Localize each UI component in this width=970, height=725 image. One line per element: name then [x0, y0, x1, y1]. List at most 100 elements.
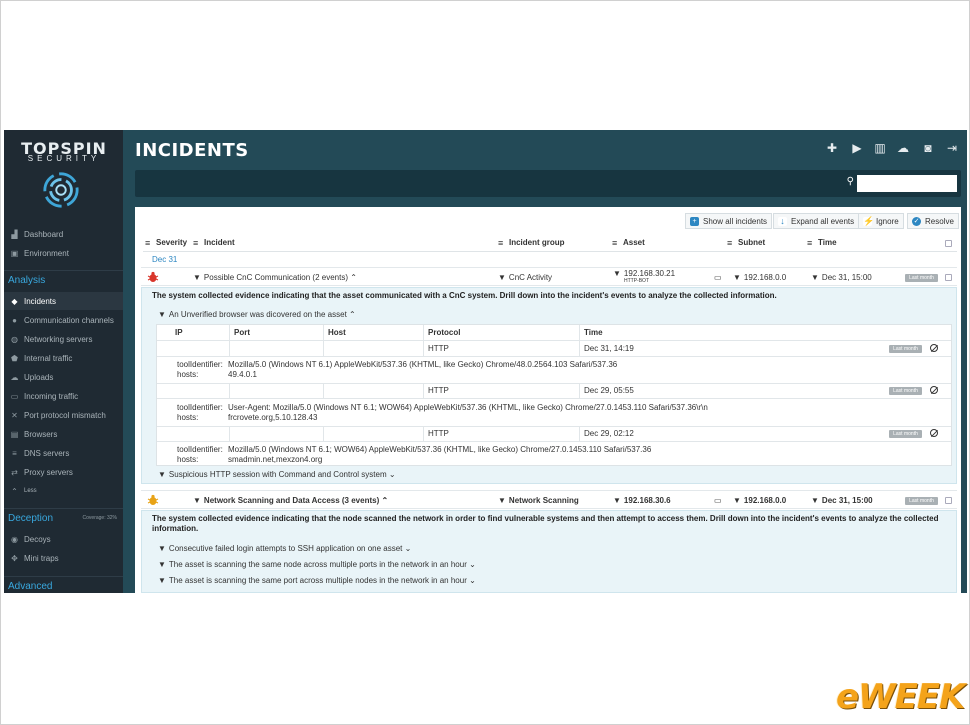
filter-icon[interactable]: ▼ — [158, 576, 166, 585]
sidebar-item-label: Incoming traffic — [24, 391, 79, 401]
show-all-incidents-button[interactable]: + Show all incidents — [685, 213, 773, 229]
row-checkbox[interactable] — [945, 274, 952, 281]
report-icon[interactable]: ▥ — [872, 141, 888, 155]
sidebar-item-proxy-servers[interactable]: ⇄ Proxy servers — [4, 463, 123, 481]
sidebar-item-label: Proxy servers — [24, 467, 73, 477]
incident-asset: 192.168.30.6 — [623, 496, 671, 505]
sidebar-item-browsers[interactable]: ▤ Browsers — [4, 425, 123, 443]
column-header-incident-group[interactable]: ≡ Incident group — [498, 238, 565, 247]
column-header-asset[interactable]: ≡ Asset — [612, 238, 645, 247]
sidebar-item-dashboard[interactable]: ▟ Dashboard — [4, 225, 123, 243]
sidebar-item-incidents[interactable]: ◆ Incidents — [4, 292, 123, 310]
sidebar: TOPSPIN SECURITY ▟ Dashboard ▣ Environme… — [4, 130, 123, 593]
filter-icon[interactable]: ▼ — [733, 496, 741, 505]
block-icon[interactable] — [930, 386, 938, 394]
sidebar-item-dns-servers[interactable]: ≡ DNS servers — [4, 444, 123, 462]
table-header-ip: IP — [175, 328, 183, 337]
logout-icon[interactable]: ⇥ — [944, 141, 960, 155]
event-row[interactable]: ▼ The asset is scanning the same port acr… — [158, 576, 476, 585]
ignore-button[interactable]: ⚡ Ignore — [858, 213, 904, 229]
column-header-time[interactable]: ≡ Time — [807, 238, 837, 247]
filter-icon[interactable]: ▼ — [158, 544, 166, 553]
sidebar-item-port-protocol-mismatch[interactable]: ✕ Port protocol mismatch — [4, 406, 123, 424]
camera-icon[interactable]: ◙ — [920, 141, 936, 155]
filter-icon[interactable]: ▼ — [158, 560, 166, 569]
filter-icon[interactable]: ▼ — [613, 496, 621, 505]
filter-icon[interactable]: ▼ — [733, 273, 741, 282]
filter-icon[interactable]: ▼ — [158, 470, 166, 479]
sidebar-item-communication-channels[interactable]: ● Communication channels — [4, 311, 123, 329]
chevron-up-icon[interactable]: ⌃ — [350, 273, 357, 282]
filter-icon[interactable]: ▼ — [498, 496, 506, 505]
filter-icon[interactable]: ▼ — [811, 496, 819, 505]
cloud-check-icon[interactable]: ☁ — [895, 141, 911, 155]
video-icon[interactable]: ▶ — [849, 141, 865, 155]
column-header-severity[interactable]: ≡ Severity — [145, 238, 187, 247]
column-divider — [423, 426, 424, 441]
time-badge: Last month — [889, 387, 922, 395]
diamond-icon: ◆ — [11, 296, 18, 306]
event-row[interactable]: ▼ Suspicious HTTP session with Command an… — [158, 470, 396, 479]
sidebar-item-internal-traffic[interactable]: ⬟ Internal traffic — [4, 349, 123, 367]
sidebar-item-uploads[interactable]: ☁ Uploads — [4, 368, 123, 386]
sidebar-item-decoys[interactable]: ◉ Decoys — [4, 530, 123, 548]
chevron-down-icon: ⌄ — [469, 576, 476, 585]
select-all-checkbox[interactable] — [945, 240, 952, 247]
mute-icon: ⚡ — [863, 215, 875, 226]
hosts-label: hosts: — [177, 455, 199, 464]
section-deception[interactable]: Deception Coverage: 32% — [4, 508, 123, 528]
incident-detail: The system collected evidence indicating… — [141, 287, 957, 484]
event-row[interactable]: ▼ Consecutive failed login attempts to SS… — [158, 544, 411, 553]
time-badge: Last month — [889, 345, 922, 353]
column-label: Asset — [623, 238, 645, 247]
column-header-subnet[interactable]: ≡ Subnet — [727, 238, 765, 247]
section-advanced[interactable]: Advanced — [4, 576, 123, 593]
app-window: TOPSPIN SECURITY ▟ Dashboard ▣ Environme… — [4, 130, 967, 593]
image-icon: ▣ — [10, 248, 19, 258]
table-header-protocol: Protocol — [428, 328, 461, 337]
section-analysis[interactable]: Analysis — [4, 270, 123, 290]
sidebar-item-label: DNS servers — [24, 448, 70, 458]
chart-icon: ▟ — [11, 229, 18, 239]
sidebar-item-environment[interactable]: ▣ Environment — [4, 244, 123, 262]
incident-row[interactable]: ▼ Possible CnC Communication (2 events) ⌃… — [141, 267, 957, 286]
column-label: Incident group — [509, 238, 565, 247]
asset-tag: HTTP-BOT — [624, 278, 649, 284]
sidebar-item-networking-servers[interactable]: ◍ Networking servers — [4, 330, 123, 348]
event-row[interactable]: ▼ The asset is scanning the same node acr… — [158, 560, 476, 569]
filter-icon[interactable]: ▼ — [811, 273, 819, 282]
column-divider — [323, 325, 324, 356]
chevron-down-icon: ⌄ — [388, 470, 396, 479]
filter-icon[interactable]: ▼ — [498, 273, 506, 282]
paw-icon: ✥ — [11, 553, 18, 563]
filter-icon[interactable]: ▼ — [158, 310, 166, 319]
chevron-up-icon: ⌃ — [349, 310, 356, 319]
header-divider — [143, 251, 957, 252]
event-row[interactable]: ▼ An Unverified browser was dicovered on … — [158, 310, 356, 319]
incident-time: Dec 31, 15:00 — [821, 496, 873, 505]
filter-icon[interactable]: ▼ — [193, 496, 201, 505]
column-label: Subnet — [738, 238, 766, 247]
sidebar-less-toggle[interactable]: ⌃ Less — [4, 482, 123, 500]
chevron-up-icon[interactable]: ⌃ — [381, 496, 388, 505]
column-divider — [229, 426, 230, 441]
column-header-incident[interactable]: ≡ Incident — [193, 238, 235, 247]
resolve-button[interactable]: ✓ Resolve — [907, 213, 959, 229]
page-title: INCIDENTS — [135, 140, 249, 161]
filter-icon[interactable]: ▼ — [613, 269, 621, 278]
sidebar-item-mini-traps[interactable]: ✥ Mini traps — [4, 549, 123, 567]
search-input[interactable] — [857, 175, 957, 192]
expand-all-events-button[interactable]: ↓ Expand all events — [773, 213, 860, 229]
monitor-icon: ▭ — [714, 273, 722, 282]
incident-row[interactable]: ▼ Network Scanning and Data Access (3 eve… — [141, 490, 957, 509]
block-icon[interactable] — [930, 344, 938, 352]
filter-icon[interactable]: ▼ — [193, 273, 201, 282]
sort-icon: ≡ — [145, 237, 151, 248]
sidebar-item-incoming-traffic[interactable]: ▭ Incoming traffic — [4, 387, 123, 405]
globe-icon: ◍ — [11, 334, 18, 344]
row-checkbox[interactable] — [945, 497, 952, 504]
event-title: The asset is scanning the same node acro… — [168, 560, 467, 569]
block-icon[interactable] — [930, 429, 938, 437]
alerts-icon[interactable]: ✚ — [824, 141, 840, 155]
decoy-icon: ◉ — [11, 534, 18, 544]
